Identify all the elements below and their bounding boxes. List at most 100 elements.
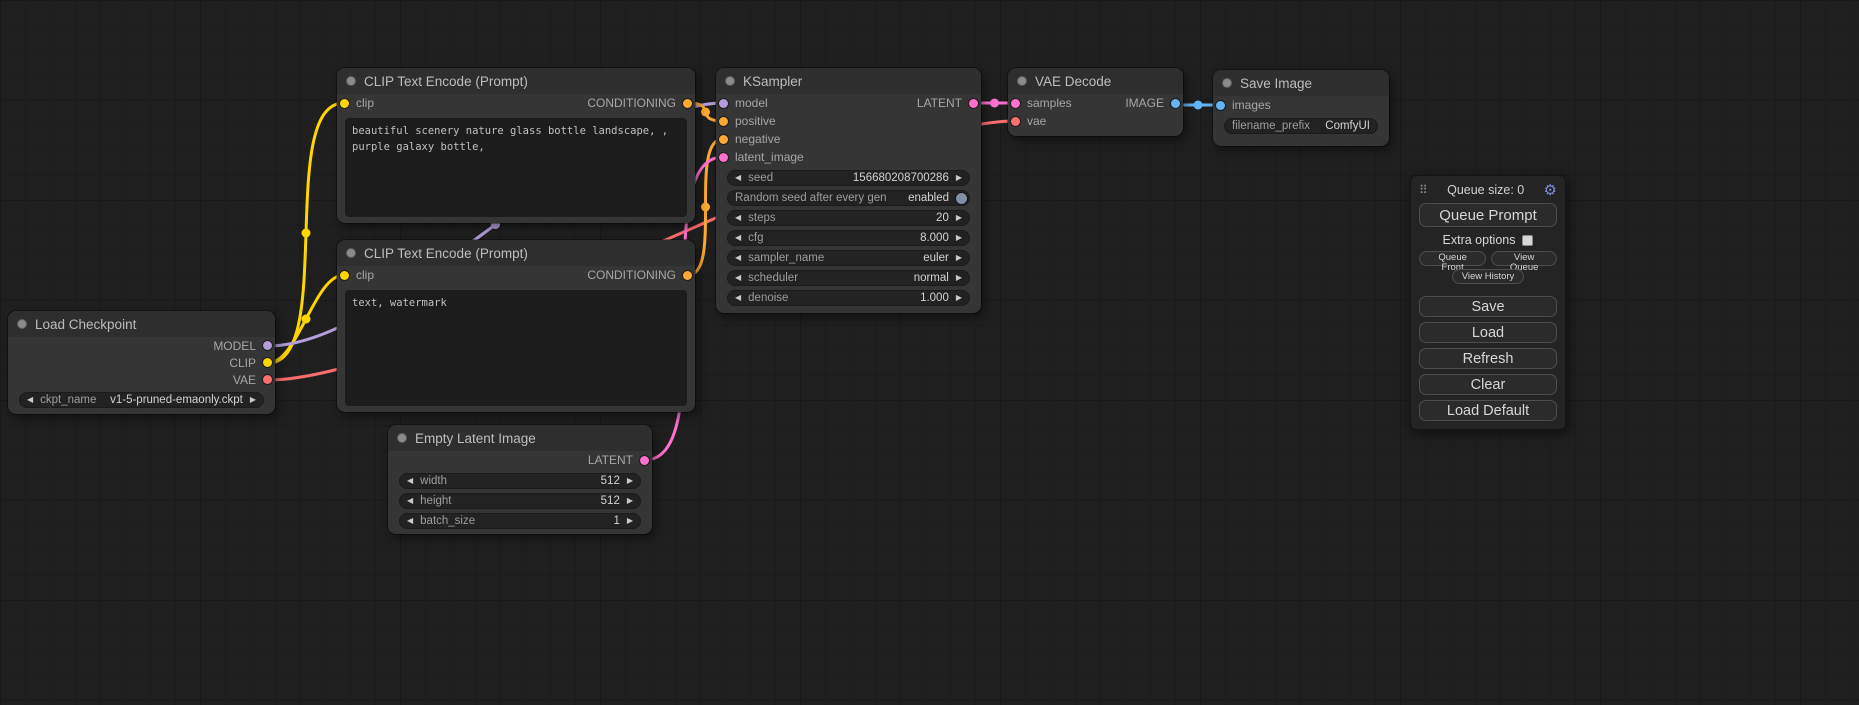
input-dot-images[interactable] bbox=[1216, 101, 1225, 110]
node-title-text: KSampler bbox=[743, 74, 802, 89]
widget-width[interactable]: ◀ width 512 ▶ bbox=[399, 473, 641, 489]
output-dot-vae[interactable] bbox=[263, 375, 272, 384]
arrow-right-icon[interactable]: ▶ bbox=[956, 274, 962, 282]
widget-label: batch_size bbox=[420, 515, 475, 527]
input-dot-negative[interactable] bbox=[719, 135, 728, 144]
node-title-bar[interactable]: VAE Decode bbox=[1008, 68, 1183, 94]
collapse-dot-icon[interactable] bbox=[397, 433, 407, 443]
widget-random-seed-toggle[interactable]: Random seed after every gen enabled bbox=[727, 190, 970, 206]
arrow-left-icon[interactable]: ◀ bbox=[735, 294, 741, 302]
arrow-right-icon[interactable]: ▶ bbox=[956, 174, 962, 182]
queue-prompt-button[interactable]: Queue Prompt bbox=[1419, 203, 1557, 227]
widget-filename-prefix[interactable]: filename_prefix ComfyUI bbox=[1224, 118, 1378, 134]
refresh-button[interactable]: Refresh bbox=[1419, 348, 1557, 369]
clear-button[interactable]: Clear bbox=[1419, 374, 1557, 395]
arrow-right-icon[interactable]: ▶ bbox=[627, 517, 633, 525]
arrow-left-icon[interactable]: ◀ bbox=[735, 174, 741, 182]
input-dot-clip[interactable] bbox=[340, 99, 349, 108]
view-queue-button[interactable]: View Queue bbox=[1491, 251, 1557, 266]
arrow-left-icon[interactable]: ◀ bbox=[735, 254, 741, 262]
collapse-dot-icon[interactable] bbox=[346, 248, 356, 258]
load-button[interactable]: Load bbox=[1419, 322, 1557, 343]
collapse-dot-icon[interactable] bbox=[1017, 76, 1027, 86]
arrow-left-icon[interactable]: ◀ bbox=[735, 274, 741, 282]
collapse-dot-icon[interactable] bbox=[725, 76, 735, 86]
widget-cfg[interactable]: ◀ cfg 8.000 ▶ bbox=[727, 230, 970, 246]
arrow-right-icon[interactable]: ▶ bbox=[956, 254, 962, 262]
node-clip-text-encode-positive[interactable]: CLIP Text Encode (Prompt) clip CONDITION… bbox=[337, 68, 695, 223]
arrow-left-icon[interactable]: ◀ bbox=[407, 477, 413, 485]
widget-value: 8.000 bbox=[920, 232, 949, 244]
input-slot-label: latent_image bbox=[735, 150, 804, 164]
widget-ckpt-name[interactable]: ◀ ckpt_name v1-5-pruned-emaonly.ckpt ▶ bbox=[19, 392, 264, 408]
gear-icon[interactable]: ⚙ bbox=[1544, 183, 1557, 198]
node-title-bar[interactable]: Save Image bbox=[1213, 70, 1389, 96]
input-dot-positive[interactable] bbox=[719, 117, 728, 126]
slot-row: VAE bbox=[8, 371, 275, 388]
widget-denoise[interactable]: ◀ denoise 1.000 ▶ bbox=[727, 290, 970, 306]
widget-height[interactable]: ◀ height 512 ▶ bbox=[399, 493, 641, 509]
node-title-bar[interactable]: Load Checkpoint bbox=[8, 311, 275, 337]
node-title-bar[interactable]: CLIP Text Encode (Prompt) bbox=[337, 240, 695, 266]
node-title-bar[interactable]: Empty Latent Image bbox=[388, 425, 652, 451]
drag-handle-icon[interactable]: ⠿ bbox=[1419, 183, 1428, 197]
arrow-left-icon[interactable]: ◀ bbox=[407, 497, 413, 505]
input-dot-model[interactable] bbox=[719, 99, 728, 108]
queue-front-button[interactable]: Queue Front bbox=[1419, 251, 1486, 266]
prompt-text-area[interactable]: beautiful scenery nature glass bottle la… bbox=[345, 118, 687, 217]
output-dot-latent[interactable] bbox=[640, 456, 649, 465]
load-default-button[interactable]: Load Default bbox=[1419, 400, 1557, 421]
toggle-knob-icon[interactable] bbox=[956, 193, 967, 204]
input-dot-vae[interactable] bbox=[1011, 117, 1020, 126]
node-save-image[interactable]: Save Image images filename_prefix ComfyU… bbox=[1213, 70, 1389, 146]
widget-batch-size[interactable]: ◀ batch_size 1 ▶ bbox=[399, 513, 641, 529]
input-dot-latent-image[interactable] bbox=[719, 153, 728, 162]
arrow-left-icon[interactable]: ◀ bbox=[735, 234, 741, 242]
arrow-left-icon[interactable]: ◀ bbox=[27, 396, 33, 404]
widget-value: normal bbox=[914, 272, 949, 284]
save-button[interactable]: Save bbox=[1419, 296, 1557, 317]
view-history-button[interactable]: View History bbox=[1452, 269, 1525, 284]
arrow-right-icon[interactable]: ▶ bbox=[956, 214, 962, 222]
collapse-dot-icon[interactable] bbox=[1222, 78, 1232, 88]
extra-options-checkbox[interactable] bbox=[1522, 235, 1533, 246]
widget-sampler-name[interactable]: ◀ sampler_name euler ▶ bbox=[727, 250, 970, 266]
node-load-checkpoint[interactable]: Load Checkpoint MODEL CLIP VAE ◀ ckpt_na… bbox=[8, 311, 275, 414]
slot-row: negative bbox=[716, 130, 981, 148]
widget-steps[interactable]: ◀ steps 20 ▶ bbox=[727, 210, 970, 226]
widget-value: 512 bbox=[601, 475, 620, 487]
node-ksampler[interactable]: KSampler model LATENT positive negative … bbox=[716, 68, 981, 313]
input-dot-samples[interactable] bbox=[1011, 99, 1020, 108]
arrow-right-icon[interactable]: ▶ bbox=[956, 234, 962, 242]
node-title-bar[interactable]: CLIP Text Encode (Prompt) bbox=[337, 68, 695, 94]
output-dot-conditioning[interactable] bbox=[683, 271, 692, 280]
output-dot-conditioning[interactable] bbox=[683, 99, 692, 108]
collapse-dot-icon[interactable] bbox=[17, 319, 27, 329]
node-clip-text-encode-negative[interactable]: CLIP Text Encode (Prompt) clip CONDITION… bbox=[337, 240, 695, 412]
widget-value: 512 bbox=[601, 495, 620, 507]
arrow-right-icon[interactable]: ▶ bbox=[250, 396, 256, 404]
node-empty-latent-image[interactable]: Empty Latent Image LATENT ◀ width 512 ▶ … bbox=[388, 425, 652, 534]
widget-scheduler[interactable]: ◀ scheduler normal ▶ bbox=[727, 270, 970, 286]
arrow-right-icon[interactable]: ▶ bbox=[627, 497, 633, 505]
node-title-bar[interactable]: KSampler bbox=[716, 68, 981, 94]
output-dot-model[interactable] bbox=[263, 341, 272, 350]
output-dot-latent[interactable] bbox=[969, 99, 978, 108]
arrow-right-icon[interactable]: ▶ bbox=[627, 477, 633, 485]
arrow-left-icon[interactable]: ◀ bbox=[735, 214, 741, 222]
widget-value: 20 bbox=[936, 212, 949, 224]
node-vae-decode[interactable]: VAE Decode samples IMAGE vae bbox=[1008, 68, 1183, 136]
input-slot-label: samples bbox=[1027, 96, 1072, 110]
output-dot-image[interactable] bbox=[1171, 99, 1180, 108]
arrow-left-icon[interactable]: ◀ bbox=[407, 517, 413, 525]
prompt-text-area[interactable]: text, watermark bbox=[345, 290, 687, 406]
node-graph-canvas[interactable]: Load Checkpoint MODEL CLIP VAE ◀ ckpt_na… bbox=[0, 0, 1859, 705]
node-title-text: Empty Latent Image bbox=[415, 431, 536, 446]
collapse-dot-icon[interactable] bbox=[346, 76, 356, 86]
arrow-right-icon[interactable]: ▶ bbox=[956, 294, 962, 302]
output-slot-label: VAE bbox=[233, 373, 256, 387]
widget-seed[interactable]: ◀ seed 156680208700286 ▶ bbox=[727, 170, 970, 186]
slot-row: clip CONDITIONING bbox=[337, 266, 695, 284]
input-dot-clip[interactable] bbox=[340, 271, 349, 280]
output-dot-clip[interactable] bbox=[263, 358, 272, 367]
